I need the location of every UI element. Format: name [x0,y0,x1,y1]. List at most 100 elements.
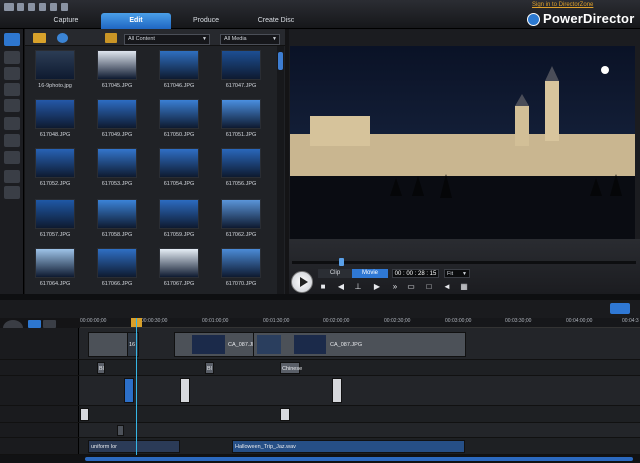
library-thumbnail[interactable] [221,248,261,278]
volume-icon[interactable]: ◄ [442,283,452,291]
library-thumbnail[interactable] [159,248,199,278]
timecode-display[interactable]: 00 : 00 : 28 : 15 [392,269,439,278]
play-button[interactable] [291,271,313,293]
library-thumbnail[interactable] [35,248,75,278]
subtitle-room-icon[interactable] [4,186,20,199]
zoom-dropdown[interactable]: Fit ▼ [444,269,470,278]
track-controls [0,376,79,405]
library-scroll-thumb[interactable] [278,52,283,70]
stop-icon[interactable]: ■ [318,283,328,291]
track-controls [0,360,79,375]
signin-link[interactable]: Sign in to DirectorZone [532,2,593,8]
library-thumbnail[interactable] [159,199,199,229]
title-room-icon[interactable] [4,99,20,112]
voiceover-icon[interactable] [4,151,20,164]
library-thumbnail[interactable] [221,50,261,80]
pip-track [0,376,640,406]
timeline-fit-button[interactable] [610,303,630,314]
library-item-label: 617048.JPG [39,132,71,138]
fast-forward-icon[interactable]: » [390,283,400,291]
timeline-clip[interactable]: Bl [205,362,214,374]
chapter-room-icon[interactable] [4,170,20,183]
scrub-knob[interactable] [339,258,344,266]
settings-icon[interactable] [50,3,57,11]
library-thumbnail[interactable] [221,148,261,178]
media-filter-dropdown[interactable]: All Media ▼ [220,34,280,45]
save-icon[interactable] [17,3,24,11]
timeline-clip[interactable] [117,425,124,436]
audio-clip[interactable]: uniform lor [88,440,180,453]
pip-room-icon[interactable] [4,67,20,80]
effect-room-icon[interactable] [4,51,20,64]
library-scrollbar[interactable] [277,46,284,294]
library-thumbnail[interactable] [159,50,199,80]
timeline-clip[interactable] [332,378,342,403]
library-thumbnail[interactable] [97,199,137,229]
library-item-label: 617045.JPG [101,83,133,89]
download-icon[interactable] [57,33,68,43]
content-filter-dropdown[interactable]: All Content ▼ [124,34,210,45]
particle-track [0,406,640,423]
tab-produce[interactable]: Produce [180,13,232,29]
timeline-clip[interactable]: 16 [127,332,139,357]
fullscreen-icon[interactable]: □ [424,283,434,291]
track-controls [0,438,79,454]
tab-create-disc[interactable]: Create Disc [245,13,307,29]
previous-frame-icon[interactable]: ◀ [336,283,346,291]
timeline-clip[interactable] [88,332,128,357]
library-thumbnail[interactable] [97,99,137,129]
timeline-clip[interactable] [280,408,290,421]
undo-icon[interactable] [28,3,35,11]
library-thumbnail[interactable] [97,248,137,278]
library-thumbnail[interactable] [35,50,75,80]
clip-mode-button[interactable]: Clip [318,269,352,278]
library-item-label: 617058.JPG [101,232,133,238]
timeline-clip[interactable] [180,378,190,403]
transition-room-icon[interactable] [4,117,20,130]
ruler-label: 00:01:00;00 [202,318,229,324]
snapshot-icon[interactable]: ▭ [406,283,416,291]
storyboard-view-icon[interactable] [43,320,56,328]
movie-mode-button[interactable]: Movie [352,269,388,278]
redo-icon[interactable] [39,3,46,11]
library-item-label: 617059.JPG [163,232,195,238]
timeline-clip[interactable]: CA_087.JPG [253,332,466,357]
ruler-label: 00:01:30;00 [263,318,290,324]
library-thumbnail[interactable] [97,148,137,178]
clip-thumbnail [257,335,281,354]
timeline-clip[interactable] [124,378,134,403]
split-icon[interactable]: ⊥ [353,283,363,291]
library-thumbnail[interactable] [159,148,199,178]
library-item-label: 617057.JPG [39,232,71,238]
video-track-1: 16 CA_087.JPG CA_087.JPG [0,328,640,360]
tab-capture[interactable]: Capture [40,13,92,29]
ruler-label: 00:00:00;00 [80,318,107,324]
import-folder-icon[interactable] [33,33,46,43]
timeline-clip[interactable] [80,408,89,421]
ruler-label: 00:02:30;00 [384,318,411,324]
timeline-view-icon[interactable] [28,320,41,328]
app-icon [4,3,14,11]
clip-thumbnail [192,335,225,354]
explorer-folder-icon[interactable] [105,33,117,43]
playhead[interactable] [136,318,137,455]
media-room-icon[interactable] [4,33,20,46]
timeline-clip[interactable]: Chinese [280,362,302,374]
library-thumbnail[interactable] [35,99,75,129]
library-thumbnail[interactable] [35,199,75,229]
display-settings-icon[interactable]: ▦ [459,283,469,291]
library-thumbnail[interactable] [35,148,75,178]
library-thumbnail[interactable] [97,50,137,80]
ruler-label: 00:00:30;00 [141,318,168,324]
library-thumbnail[interactable] [159,99,199,129]
next-frame-icon[interactable]: ▶ [372,283,382,291]
timeline-clip[interactable]: Bl [97,362,105,374]
help-icon[interactable] [61,3,68,11]
tab-edit[interactable]: Edit [101,13,171,29]
audio-clip[interactable]: Halloween_Trip_Jaz.wav [232,440,465,453]
library-thumbnail[interactable] [221,99,261,129]
audio-mixing-icon[interactable] [4,134,20,147]
particle-room-icon[interactable] [4,83,20,96]
library-thumbnail[interactable] [221,199,261,229]
timeline-scroll-thumb[interactable] [85,457,633,461]
